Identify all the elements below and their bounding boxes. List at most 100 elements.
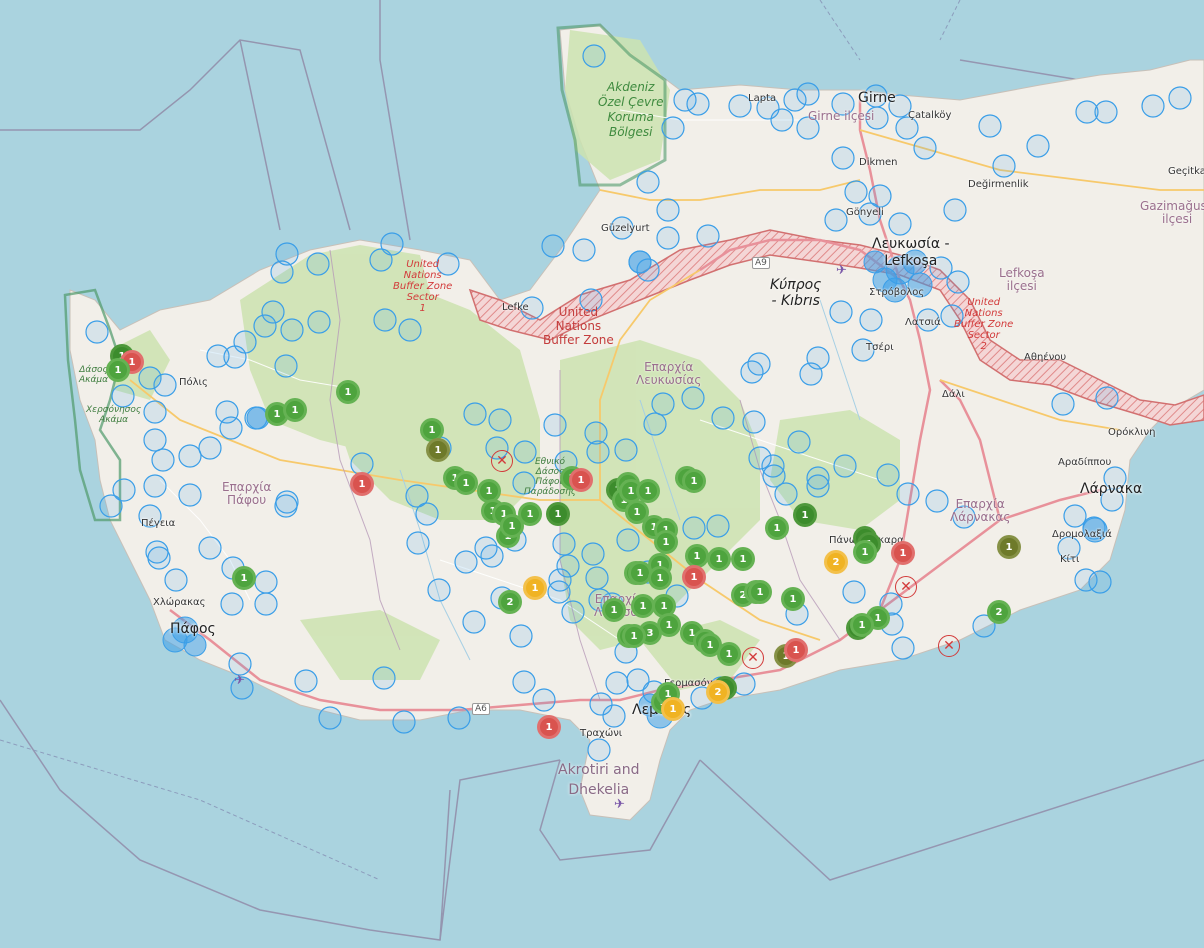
point-marker[interactable]: [696, 224, 720, 248]
point-marker[interactable]: [275, 490, 299, 514]
point-marker[interactable]: [543, 413, 567, 437]
point-marker[interactable]: [153, 373, 177, 397]
point-marker[interactable]: [946, 270, 970, 294]
point-marker[interactable]: [463, 402, 487, 426]
point-marker[interactable]: [581, 542, 605, 566]
point-marker[interactable]: [865, 106, 889, 130]
cluster-marker[interactable]: 1: [426, 438, 450, 462]
point-marker[interactable]: [512, 471, 536, 495]
point-marker[interactable]: [831, 146, 855, 170]
point-marker[interactable]: [614, 438, 638, 462]
cluster-marker[interactable]: 1: [731, 547, 755, 571]
point-marker[interactable]: [616, 528, 640, 552]
point-marker[interactable]: [978, 114, 1002, 138]
point-marker[interactable]: [842, 580, 866, 604]
point-marker[interactable]: [462, 610, 486, 634]
point-marker[interactable]: [143, 400, 167, 424]
point-marker[interactable]: [925, 489, 949, 513]
point-marker[interactable]: [561, 600, 585, 624]
point-marker[interactable]: [774, 482, 798, 506]
x-marker-icon[interactable]: ✕: [491, 450, 513, 472]
point-marker[interactable]: [891, 636, 915, 660]
point-marker[interactable]: [307, 310, 331, 334]
point-marker[interactable]: [787, 430, 811, 454]
point-marker[interactable]: [253, 314, 277, 338]
point-marker[interactable]: [661, 116, 685, 140]
point-marker[interactable]: [1094, 100, 1118, 124]
cluster-marker[interactable]: 1: [891, 541, 915, 565]
point-marker[interactable]: [143, 474, 167, 498]
cluster-marker[interactable]: 1: [682, 469, 706, 493]
cluster-marker[interactable]: 1: [569, 468, 593, 492]
point-marker[interactable]: [572, 238, 596, 262]
cluster-marker[interactable]: 1: [997, 535, 1021, 559]
x-marker-icon[interactable]: ✕: [742, 647, 764, 669]
cluster-marker[interactable]: 1: [537, 715, 561, 739]
point-marker[interactable]: [844, 180, 868, 204]
point-marker[interactable]: [406, 531, 430, 555]
point-marker[interactable]: [178, 444, 202, 468]
point-marker[interactable]: [1063, 504, 1087, 528]
point-marker[interactable]: [556, 554, 580, 578]
point-marker[interactable]: [520, 296, 544, 320]
point-marker[interactable]: [143, 428, 167, 452]
point-marker[interactable]: [829, 300, 853, 324]
point-marker[interactable]: [711, 406, 735, 430]
point-marker[interactable]: [151, 448, 175, 472]
point-marker[interactable]: [602, 704, 626, 728]
point-marker[interactable]: [740, 360, 764, 384]
cluster-marker[interactable]: 2: [824, 550, 848, 574]
point-marker[interactable]: [579, 288, 603, 312]
point-marker[interactable]: [220, 592, 244, 616]
cluster-marker[interactable]: 1: [636, 479, 660, 503]
point-marker[interactable]: [806, 474, 830, 498]
point-marker[interactable]: [254, 570, 278, 594]
cluster-marker[interactable]: 1: [622, 624, 646, 648]
point-marker[interactable]: [895, 116, 919, 140]
point-marker[interactable]: [748, 446, 772, 470]
point-marker[interactable]: [178, 483, 202, 507]
point-marker[interactable]: [513, 440, 537, 464]
point-marker[interactable]: [138, 504, 162, 528]
point-marker[interactable]: [427, 578, 451, 602]
cluster-marker[interactable]: 1: [682, 565, 706, 589]
point-marker[interactable]: [509, 624, 533, 648]
point-marker[interactable]: [1057, 536, 1081, 560]
cluster-marker[interactable]: 1: [765, 516, 789, 540]
point-marker[interactable]: [454, 550, 478, 574]
cluster-marker[interactable]: 1: [781, 587, 805, 611]
point-marker[interactable]: [876, 463, 900, 487]
point-marker[interactable]: [85, 320, 109, 344]
point-marker[interactable]: [280, 318, 304, 342]
cluster-marker[interactable]: 1: [602, 598, 626, 622]
point-marker[interactable]: [274, 354, 298, 378]
point-marker[interactable]: [1051, 392, 1075, 416]
cluster-marker[interactable]: 2: [498, 590, 522, 614]
cluster-marker[interactable]: 1: [523, 576, 547, 600]
point-marker[interactable]: [636, 170, 660, 194]
point-marker[interactable]: [373, 308, 397, 332]
point-marker[interactable]: [851, 338, 875, 362]
point-marker[interactable]: [1141, 94, 1165, 118]
point-marker[interactable]: [219, 416, 243, 440]
point-marker[interactable]: [372, 666, 396, 690]
point-marker[interactable]: [294, 669, 318, 693]
point-marker[interactable]: [228, 652, 252, 676]
point-marker[interactable]: [147, 546, 171, 570]
point-marker[interactable]: [824, 208, 848, 232]
point-marker[interactable]: [532, 688, 556, 712]
point-marker[interactable]: [742, 410, 766, 434]
point-marker[interactable]: [198, 436, 222, 460]
cluster-marker[interactable]: 1: [283, 398, 307, 422]
point-marker[interactable]: [706, 514, 730, 538]
cluster-marker[interactable]: 1: [454, 471, 478, 495]
point-marker[interactable]: [164, 568, 188, 592]
point-marker[interactable]: [799, 362, 823, 386]
cluster-marker[interactable]: 2: [987, 600, 1011, 624]
point-marker[interactable]: [1088, 570, 1112, 594]
cluster-marker[interactable]: 1: [717, 642, 741, 666]
point-marker[interactable]: [447, 706, 471, 730]
point-marker[interactable]: [585, 566, 609, 590]
point-marker[interactable]: [831, 92, 855, 116]
cluster-marker[interactable]: 1: [654, 530, 678, 554]
